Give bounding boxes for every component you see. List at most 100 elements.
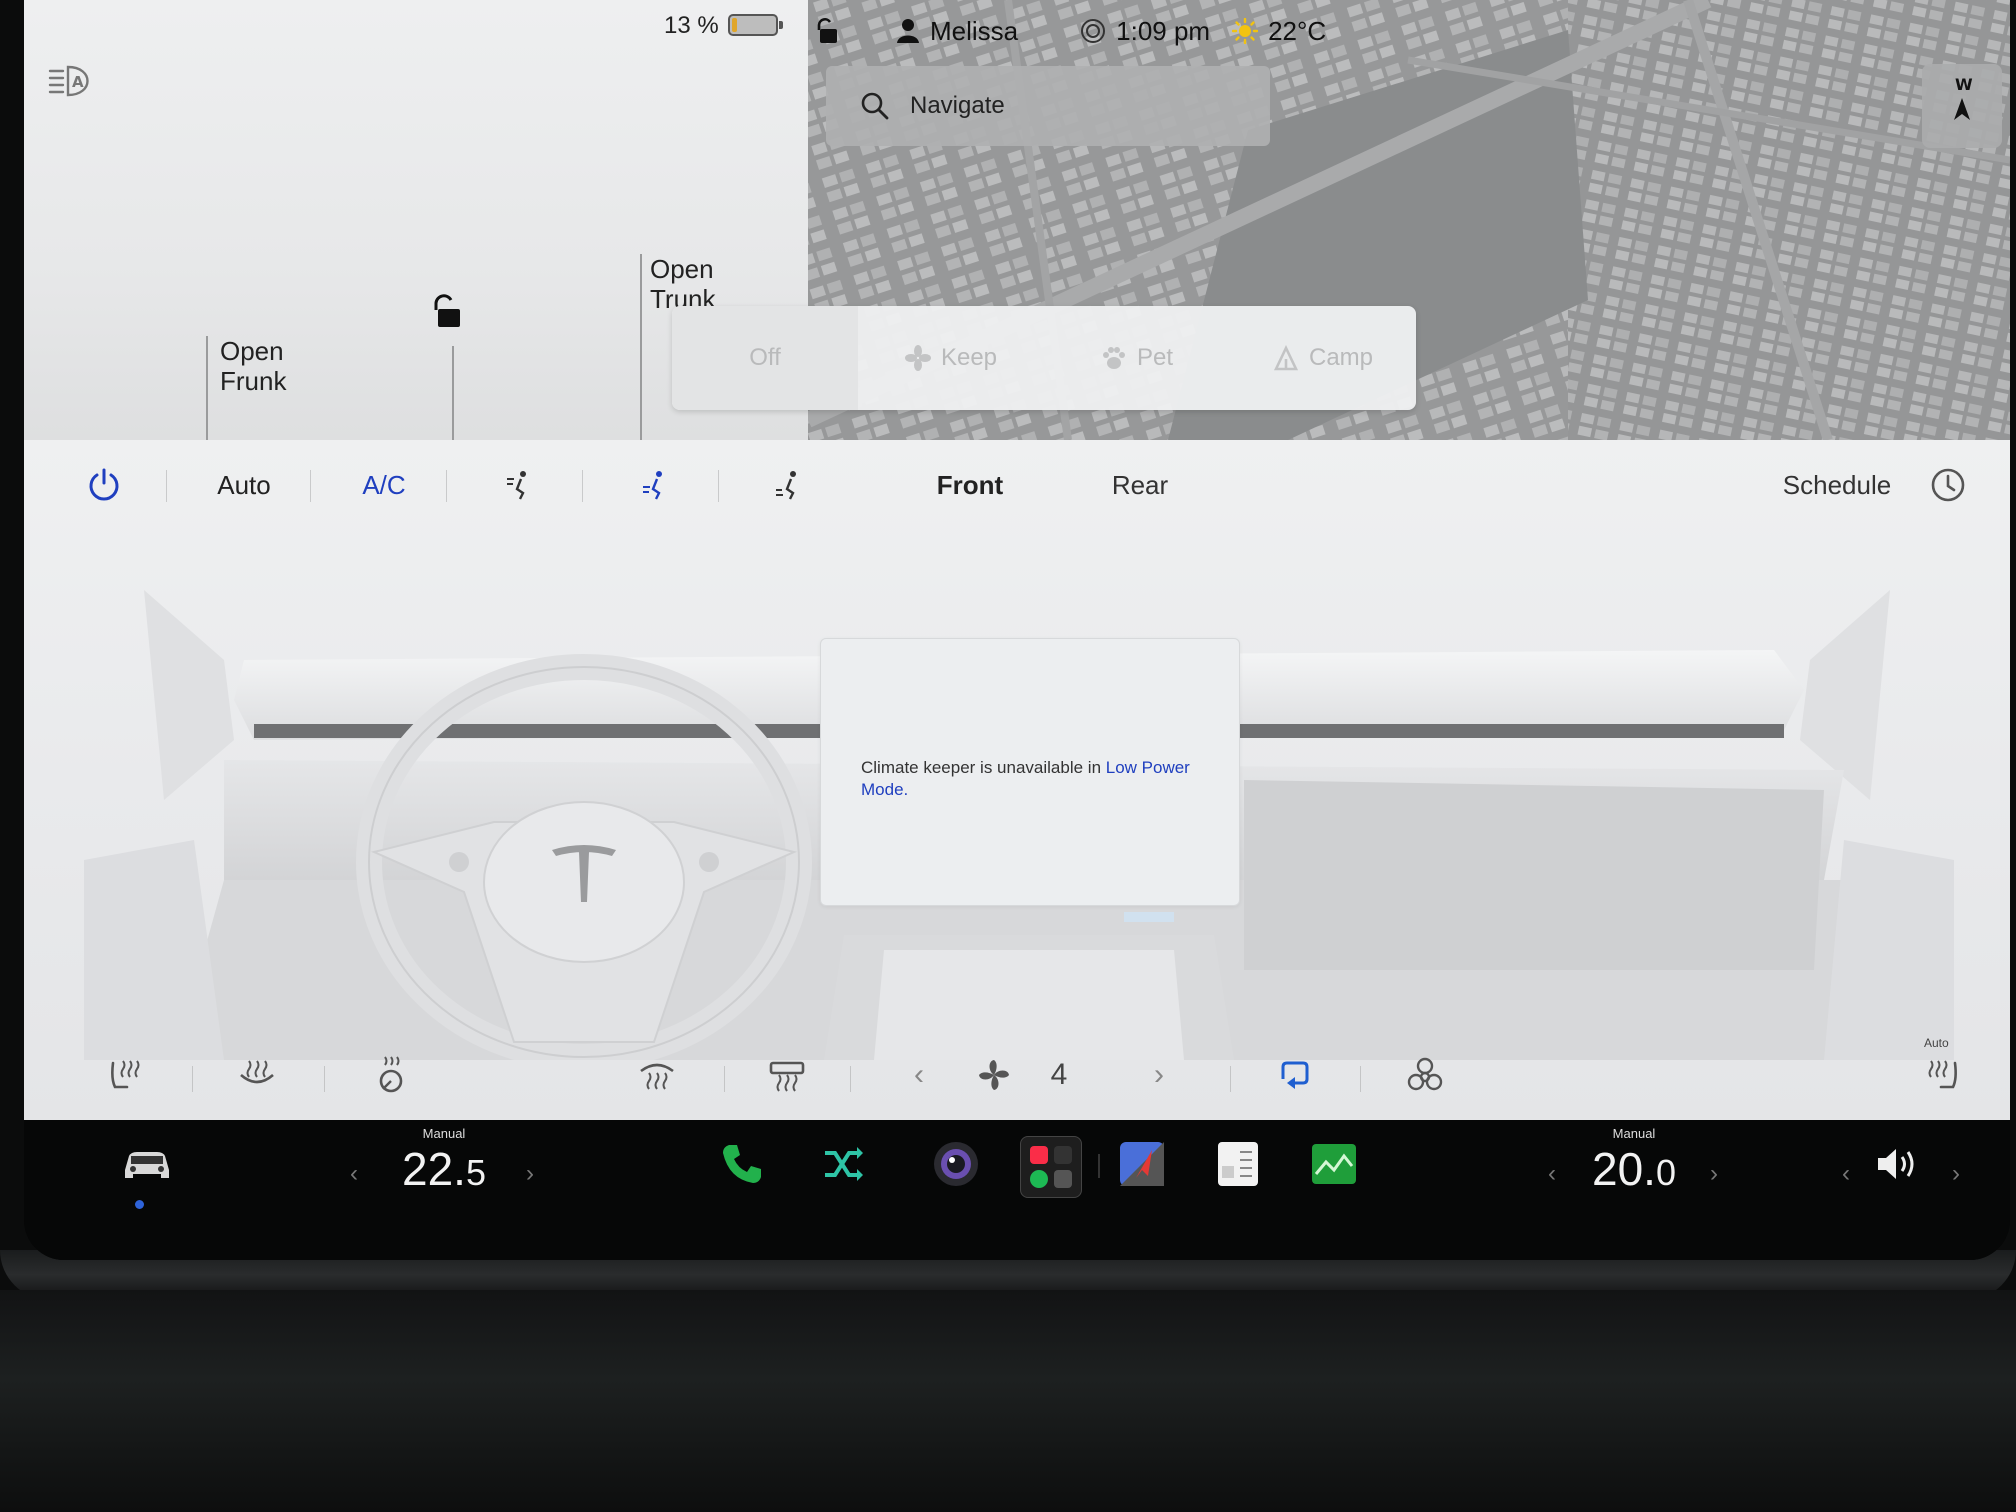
trunk-label-line2: Trunk [650,284,716,308]
fan-button[interactable] [972,1050,1016,1100]
calendar-icon [1218,1142,1258,1186]
defrost-wipers-button[interactable] [366,1050,416,1100]
steering-heater-button[interactable] [232,1050,282,1100]
airflow-windshield-button[interactable] [764,464,814,506]
front-defrost-icon [640,1063,674,1090]
unlocked-padlock-icon[interactable] [430,292,464,330]
app-launcher-icon [1030,1146,1072,1188]
right-temp-increase[interactable]: › [1710,1160,1718,1188]
left-temp-increase[interactable]: › [526,1160,534,1188]
clock-status: 1:09 pm [1080,16,1210,47]
compass[interactable]: W [1922,64,2002,148]
volume-decrease[interactable]: ‹ [1842,1160,1850,1188]
shuffle-app[interactable] [814,1136,870,1192]
toybox-icon [825,1147,863,1181]
frunk-label-line1: Open [220,336,284,366]
fan-icon [904,345,931,371]
rear-defrost-button[interactable] [762,1050,812,1100]
heated-steering-wheel-icon [240,1060,274,1084]
bioweapon-defense-icon [1407,1057,1443,1091]
frunk-label-line2: Frunk [220,366,287,396]
passenger-temp-dec: 0 [1655,1152,1676,1193]
open-frunk-button[interactable]: Open Frunk [220,336,286,396]
camera-app[interactable] [928,1136,984,1192]
passenger-temperature[interactable]: Manual 20.0 [1564,1120,1704,1240]
auto-headlight-icon[interactable]: A [48,64,96,98]
rear-defrost-icon [769,1061,805,1092]
phone-app[interactable] [714,1136,770,1192]
volume-icon [1878,1149,1914,1179]
auto-seat-label: Auto [1924,1036,1949,1050]
schedule-button[interactable]: Schedule [1772,464,1902,506]
navigate-search[interactable]: Navigate [826,66,1270,146]
ac-button[interactable]: A/C [344,464,424,506]
search-icon [861,92,889,120]
passenger-temp-mode: Manual [1612,1126,1656,1141]
climate-power-button[interactable] [82,464,126,506]
paw-icon [1102,347,1125,369]
car-controls-button[interactable] [112,1136,182,1192]
fan-speed-increase[interactable]: › [1144,1050,1174,1100]
svg-text:A: A [72,73,84,91]
climate-auto-button[interactable]: Auto [204,464,284,506]
car-icon [125,1152,169,1178]
volume-increase[interactable]: › [1952,1160,1960,1188]
battery-icon [728,14,783,36]
keeper-option-camp[interactable]: Camp [1230,306,1416,410]
fan-speed-decrease[interactable]: ‹ [904,1050,934,1100]
front-defrost-button[interactable] [632,1050,682,1100]
airflow-windshield-icon [776,471,796,500]
wiper-defrost-icon [379,1056,403,1093]
current-time: 1:09 pm [1116,15,1211,46]
navigation-icon [1120,1142,1164,1186]
seat-heater-passenger-button[interactable] [1918,1050,1968,1100]
seat-heater-icon [1928,1060,1957,1089]
fan-icon [979,1060,1009,1090]
navigation-app[interactable] [1114,1136,1170,1192]
battery-level-fill [732,18,737,32]
airflow-feet-button[interactable] [630,464,680,506]
airflow-face-button[interactable] [494,464,544,506]
airflow-feet-icon [643,471,662,500]
keeper-option-off[interactable]: Off [672,306,858,410]
user-profile[interactable]: Melissa [896,16,1018,47]
recirculate-icon [1281,1061,1309,1089]
navigate-placeholder: Navigate [910,92,1005,119]
open-trunk-button[interactable]: Open Trunk [650,254,716,308]
volume-button[interactable] [1870,1136,1926,1192]
energy-app[interactable] [1306,1136,1362,1192]
passenger-temp-value: 20.0 [1564,1142,1704,1196]
driver-temp-value: 22.5 [374,1142,514,1196]
app-launcher[interactable] [1020,1136,1082,1198]
trunk-label-line1: Open [650,254,714,284]
tent-icon [1273,345,1299,371]
fan-speed-value: 4 [1050,1058,1068,1091]
climate-tab-front[interactable]: Front [910,464,1030,506]
right-temp-decrease[interactable]: ‹ [1548,1160,1556,1188]
driver-temp-int: 22. [402,1143,466,1195]
driver-temp-mode: Manual [422,1126,466,1141]
driver-temperature[interactable]: Manual 22.5 [374,1120,514,1240]
recirculate-button[interactable] [1270,1050,1320,1100]
airflow-face-icon [507,471,526,500]
driver-temp-dec: 5 [465,1152,486,1193]
keeper-option-label: Camp [1308,344,1374,371]
climate-panel: Auto A/C Front Rear Schedule Climate kee… [24,440,2010,1120]
schedule-clock-button[interactable] [1926,464,1970,506]
sentry-icon [1081,19,1106,43]
calendar-app[interactable] [1210,1136,1266,1192]
compass-icon: W [1954,75,1973,120]
left-temp-decrease[interactable]: ‹ [350,1160,358,1188]
seat-heater-driver-button[interactable] [100,1050,150,1100]
climate-toolbar: Auto A/C Front Rear Schedule [24,440,2010,530]
keeper-option-pet[interactable]: Pet [1044,306,1230,410]
user-icon [897,19,919,43]
clock-icon [1931,468,1965,502]
unlocked-padlock-icon[interactable] [814,16,840,46]
climate-bottom-controls: ‹ 4 › Auto [24,1030,2010,1120]
keeper-option-keep[interactable]: Keep [858,306,1044,410]
climate-tab-rear[interactable]: Rear [1080,464,1200,506]
bioweapon-defense-button[interactable] [1400,1050,1450,1100]
weather-status: 22°C [1232,16,1326,47]
phone-icon [723,1145,761,1183]
